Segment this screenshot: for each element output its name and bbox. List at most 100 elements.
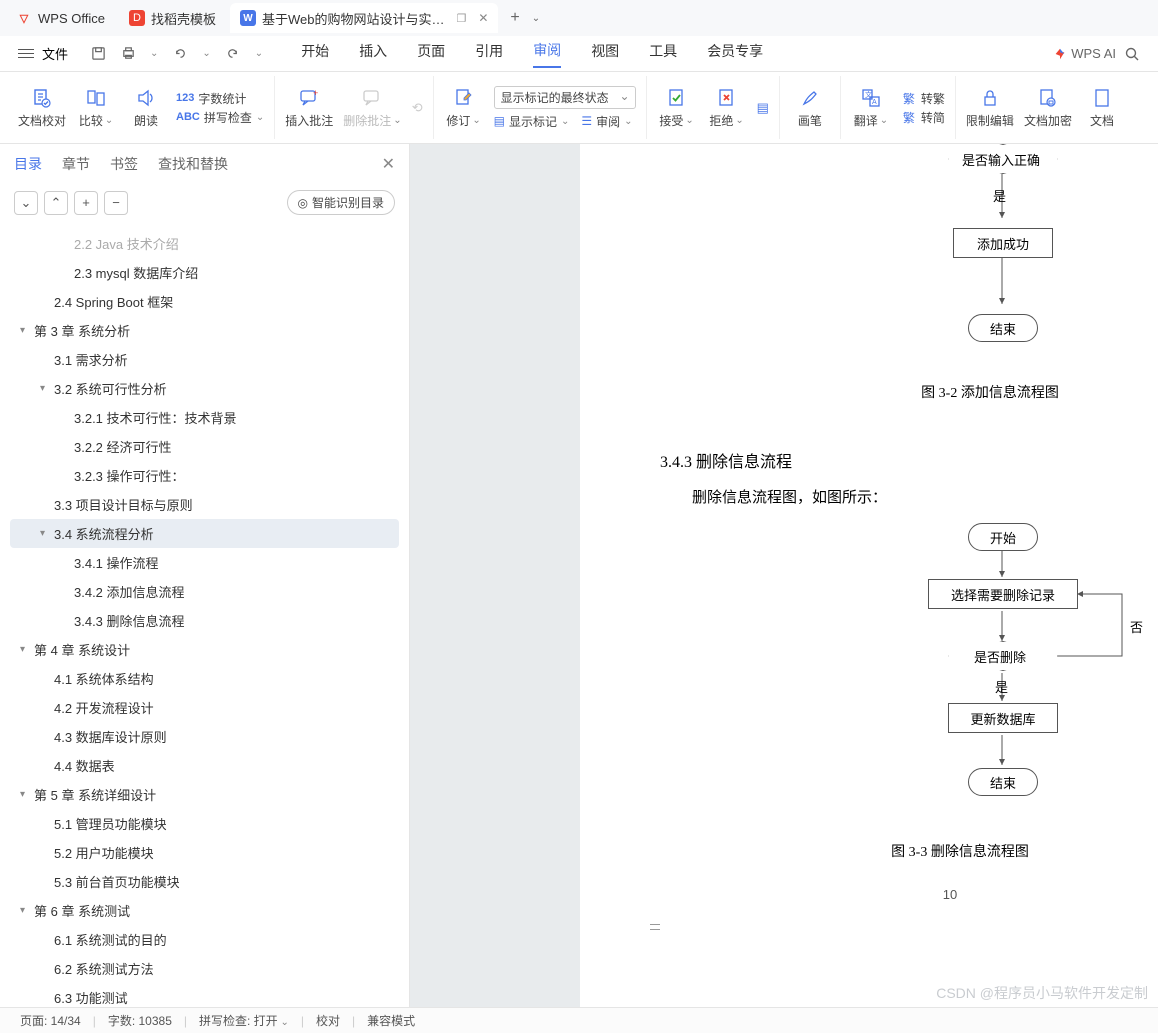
toc-item[interactable]: 4.2 开发流程设计 [10, 693, 399, 722]
read-aloud-button[interactable]: 朗读 [126, 87, 166, 129]
toc-item[interactable]: ▾第 4 章 系统设计 [10, 635, 399, 664]
comment-nav-icon[interactable]: ⟲ [412, 100, 423, 116]
print-icon[interactable] [120, 46, 136, 62]
status-page[interactable]: 页面: 14/34 [14, 1012, 87, 1029]
toc-item[interactable]: ▾第 3 章 系统分析 [10, 316, 399, 345]
menu-tab-start[interactable]: 开始 [301, 41, 329, 67]
toc-item[interactable]: 2.4 Spring Boot 框架 [10, 287, 399, 316]
print-dropdown-icon[interactable]: ⌄ [150, 48, 158, 59]
redo-icon[interactable] [225, 46, 241, 62]
show-marks-button[interactable]: ▤显示标记 [494, 113, 570, 130]
translate-button[interactable]: 文A翻译 [851, 87, 891, 129]
review-pane-button[interactable]: ☰审阅 [581, 113, 632, 130]
toc-item[interactable]: 5.3 前台首页功能模块 [10, 867, 399, 896]
toc-add-button[interactable]: + [74, 191, 98, 215]
toc-item[interactable]: 3.4.3 删除信息流程 [10, 606, 399, 635]
tab-list-dropdown[interactable]: ⌄ [528, 13, 544, 24]
toc-item[interactable]: 4.4 数据表 [10, 751, 399, 780]
search-icon[interactable] [1124, 46, 1140, 62]
menu-tab-member[interactable]: 会员专享 [707, 41, 763, 67]
sidebar-tab-find[interactable]: 查找和替换 [158, 154, 228, 174]
toc-item[interactable]: 5.1 管理员功能模块 [10, 809, 399, 838]
word-count-button[interactable]: 123字数统计 [176, 90, 264, 107]
sidebar-tab-bookmark[interactable]: 书签 [110, 154, 138, 174]
pen-button[interactable]: 画笔 [790, 87, 830, 129]
menu-tab-review[interactable]: 审阅 [533, 40, 561, 68]
menu-tab-reference[interactable]: 引用 [475, 41, 503, 67]
undo-icon[interactable] [172, 46, 188, 62]
doc-check-button[interactable]: 文档校对 [18, 87, 66, 129]
toc-item[interactable]: 3.2.1 技术可行性：技术背景 [10, 403, 399, 432]
toc-item[interactable]: 6.2 系统测试方法 [10, 954, 399, 983]
document-area[interactable]: 是否输入正确 是 添加成功 结束 图 3-2 添加信息流程图 3.4.3 删除信… [410, 144, 1158, 1007]
wordcount-icon: 123 [176, 92, 194, 104]
toc-item-label: 第 3 章 系统分析 [34, 321, 130, 340]
ribbon-group-proof: 文档校对 比较 朗读 123字数统计 ABC拼写检查 [8, 76, 275, 139]
sidebar-tab-toc[interactable]: 目录 [14, 154, 42, 174]
compare-button[interactable]: 比较 [76, 87, 116, 129]
toc-item[interactable]: 3.4.2 添加信息流程 [10, 577, 399, 606]
to-traditional-button[interactable]: 繁转繁 [901, 90, 945, 107]
encrypt-button[interactable]: 文档加密 [1024, 87, 1072, 129]
insert-comment-button[interactable]: +插入批注 [285, 87, 333, 129]
restrict-edit-button[interactable]: 限制编辑 [966, 87, 1014, 129]
toc-item[interactable]: 3.2.2 经济可行性 [10, 432, 399, 461]
menu-tab-page[interactable]: 页面 [417, 41, 445, 67]
reject-button[interactable]: 拒绝 [707, 87, 747, 129]
sidebar-tab-chapter[interactable]: 章节 [62, 154, 90, 174]
track-display-select[interactable]: 显示标记的最终状态 [494, 86, 636, 109]
close-icon[interactable]: ✕ [382, 154, 395, 174]
paragraph-delete-intro: 删除信息流程图，如图所示： [692, 486, 1158, 507]
new-tab-button[interactable]: + [502, 9, 527, 27]
toc-item[interactable]: 4.1 系统体系结构 [10, 664, 399, 693]
doc-more-button[interactable]: 文档 [1082, 87, 1122, 129]
fc-update-db: 更新数据库 [948, 703, 1058, 733]
save-icon[interactable] [90, 46, 106, 62]
toc-item[interactable]: 2.2 Java 技术介绍 [10, 229, 399, 258]
file-menu[interactable]: 文件 [42, 44, 68, 63]
spell-check-button[interactable]: ABC拼写检查 [176, 109, 264, 126]
toc-item[interactable]: ▾3.4 系统流程分析 [10, 519, 399, 548]
toc-item[interactable]: ▾3.2 系统可行性分析 [10, 374, 399, 403]
menu-tab-tools[interactable]: 工具 [649, 41, 677, 67]
toc-item[interactable]: 3.3 项目设计目标与原则 [10, 490, 399, 519]
toc-item[interactable]: 4.3 数据库设计原则 [10, 722, 399, 751]
wps-ai-button[interactable]: WPS AI [1053, 46, 1116, 61]
hamburger-icon[interactable] [18, 49, 34, 58]
close-icon[interactable]: ✕ [478, 11, 488, 25]
status-spellcheck[interactable]: 拼写检查: 打开 [193, 1012, 295, 1029]
toc-item-label: 3.2 系统可行性分析 [54, 379, 167, 398]
app-tab-document[interactable]: W 基于Web的购物网站设计与实… ❐ ✕ [230, 3, 498, 33]
toc-remove-button[interactable]: − [104, 191, 128, 215]
menu-tab-view[interactable]: 视图 [591, 41, 619, 67]
toc-item[interactable]: 2.3 mysql 数据库介绍 [10, 258, 399, 287]
toc-item[interactable]: 3.4.1 操作流程 [10, 548, 399, 577]
toc-item[interactable]: ▾第 5 章 系统详细设计 [10, 780, 399, 809]
revise-button[interactable]: 修订 [444, 87, 484, 129]
status-proof[interactable]: 校对 [310, 1012, 346, 1029]
accept-button[interactable]: 接受 [657, 87, 697, 129]
to-simplified-button[interactable]: 繁转简 [901, 109, 945, 126]
toc-item[interactable]: ▾第 6 章 系统测试 [10, 896, 399, 925]
toc-item-label: 5.3 前台首页功能模块 [54, 872, 180, 891]
qat-more-icon[interactable]: ⌄ [255, 48, 263, 59]
toc-expand-button[interactable]: ⌃ [44, 191, 68, 215]
app-tab-wps[interactable]: ▽ WPS Office [6, 3, 115, 33]
status-compat[interactable]: 兼容模式 [361, 1012, 421, 1029]
smart-toc-button[interactable]: ◎智能识别目录 [287, 190, 396, 215]
menu-tab-insert[interactable]: 插入 [359, 41, 387, 67]
accept-nav-icon[interactable]: ▤ [757, 100, 769, 116]
toc-item-label: 3.2.1 技术可行性：技术背景 [74, 408, 237, 427]
toc-item[interactable]: 6.3 功能测试 [10, 983, 399, 1007]
app-tab-templates[interactable]: D 找稻壳模板 [119, 3, 226, 33]
toc-item[interactable]: 6.1 系统测试的目的 [10, 925, 399, 954]
toc-item[interactable]: 5.2 用户功能模块 [10, 838, 399, 867]
toc-item[interactable]: 3.2.3 操作可行性： [10, 461, 399, 490]
status-wordcount[interactable]: 字数: 10385 [102, 1012, 178, 1029]
undo-dropdown-icon[interactable]: ⌄ [202, 48, 210, 59]
toc-list[interactable]: 2.2 Java 技术介绍2.3 mysql 数据库介绍2.4 Spring B… [0, 223, 409, 1007]
reject-label: 拒绝 [709, 112, 743, 129]
menubar: 文件 ⌄ ⌄ ⌄ 开始 插入 页面 引用 审阅 视图 工具 会员专享 WPS A… [0, 36, 1158, 72]
toc-item[interactable]: 3.1 需求分析 [10, 345, 399, 374]
toc-collapse-button[interactable]: ⌄ [14, 191, 38, 215]
